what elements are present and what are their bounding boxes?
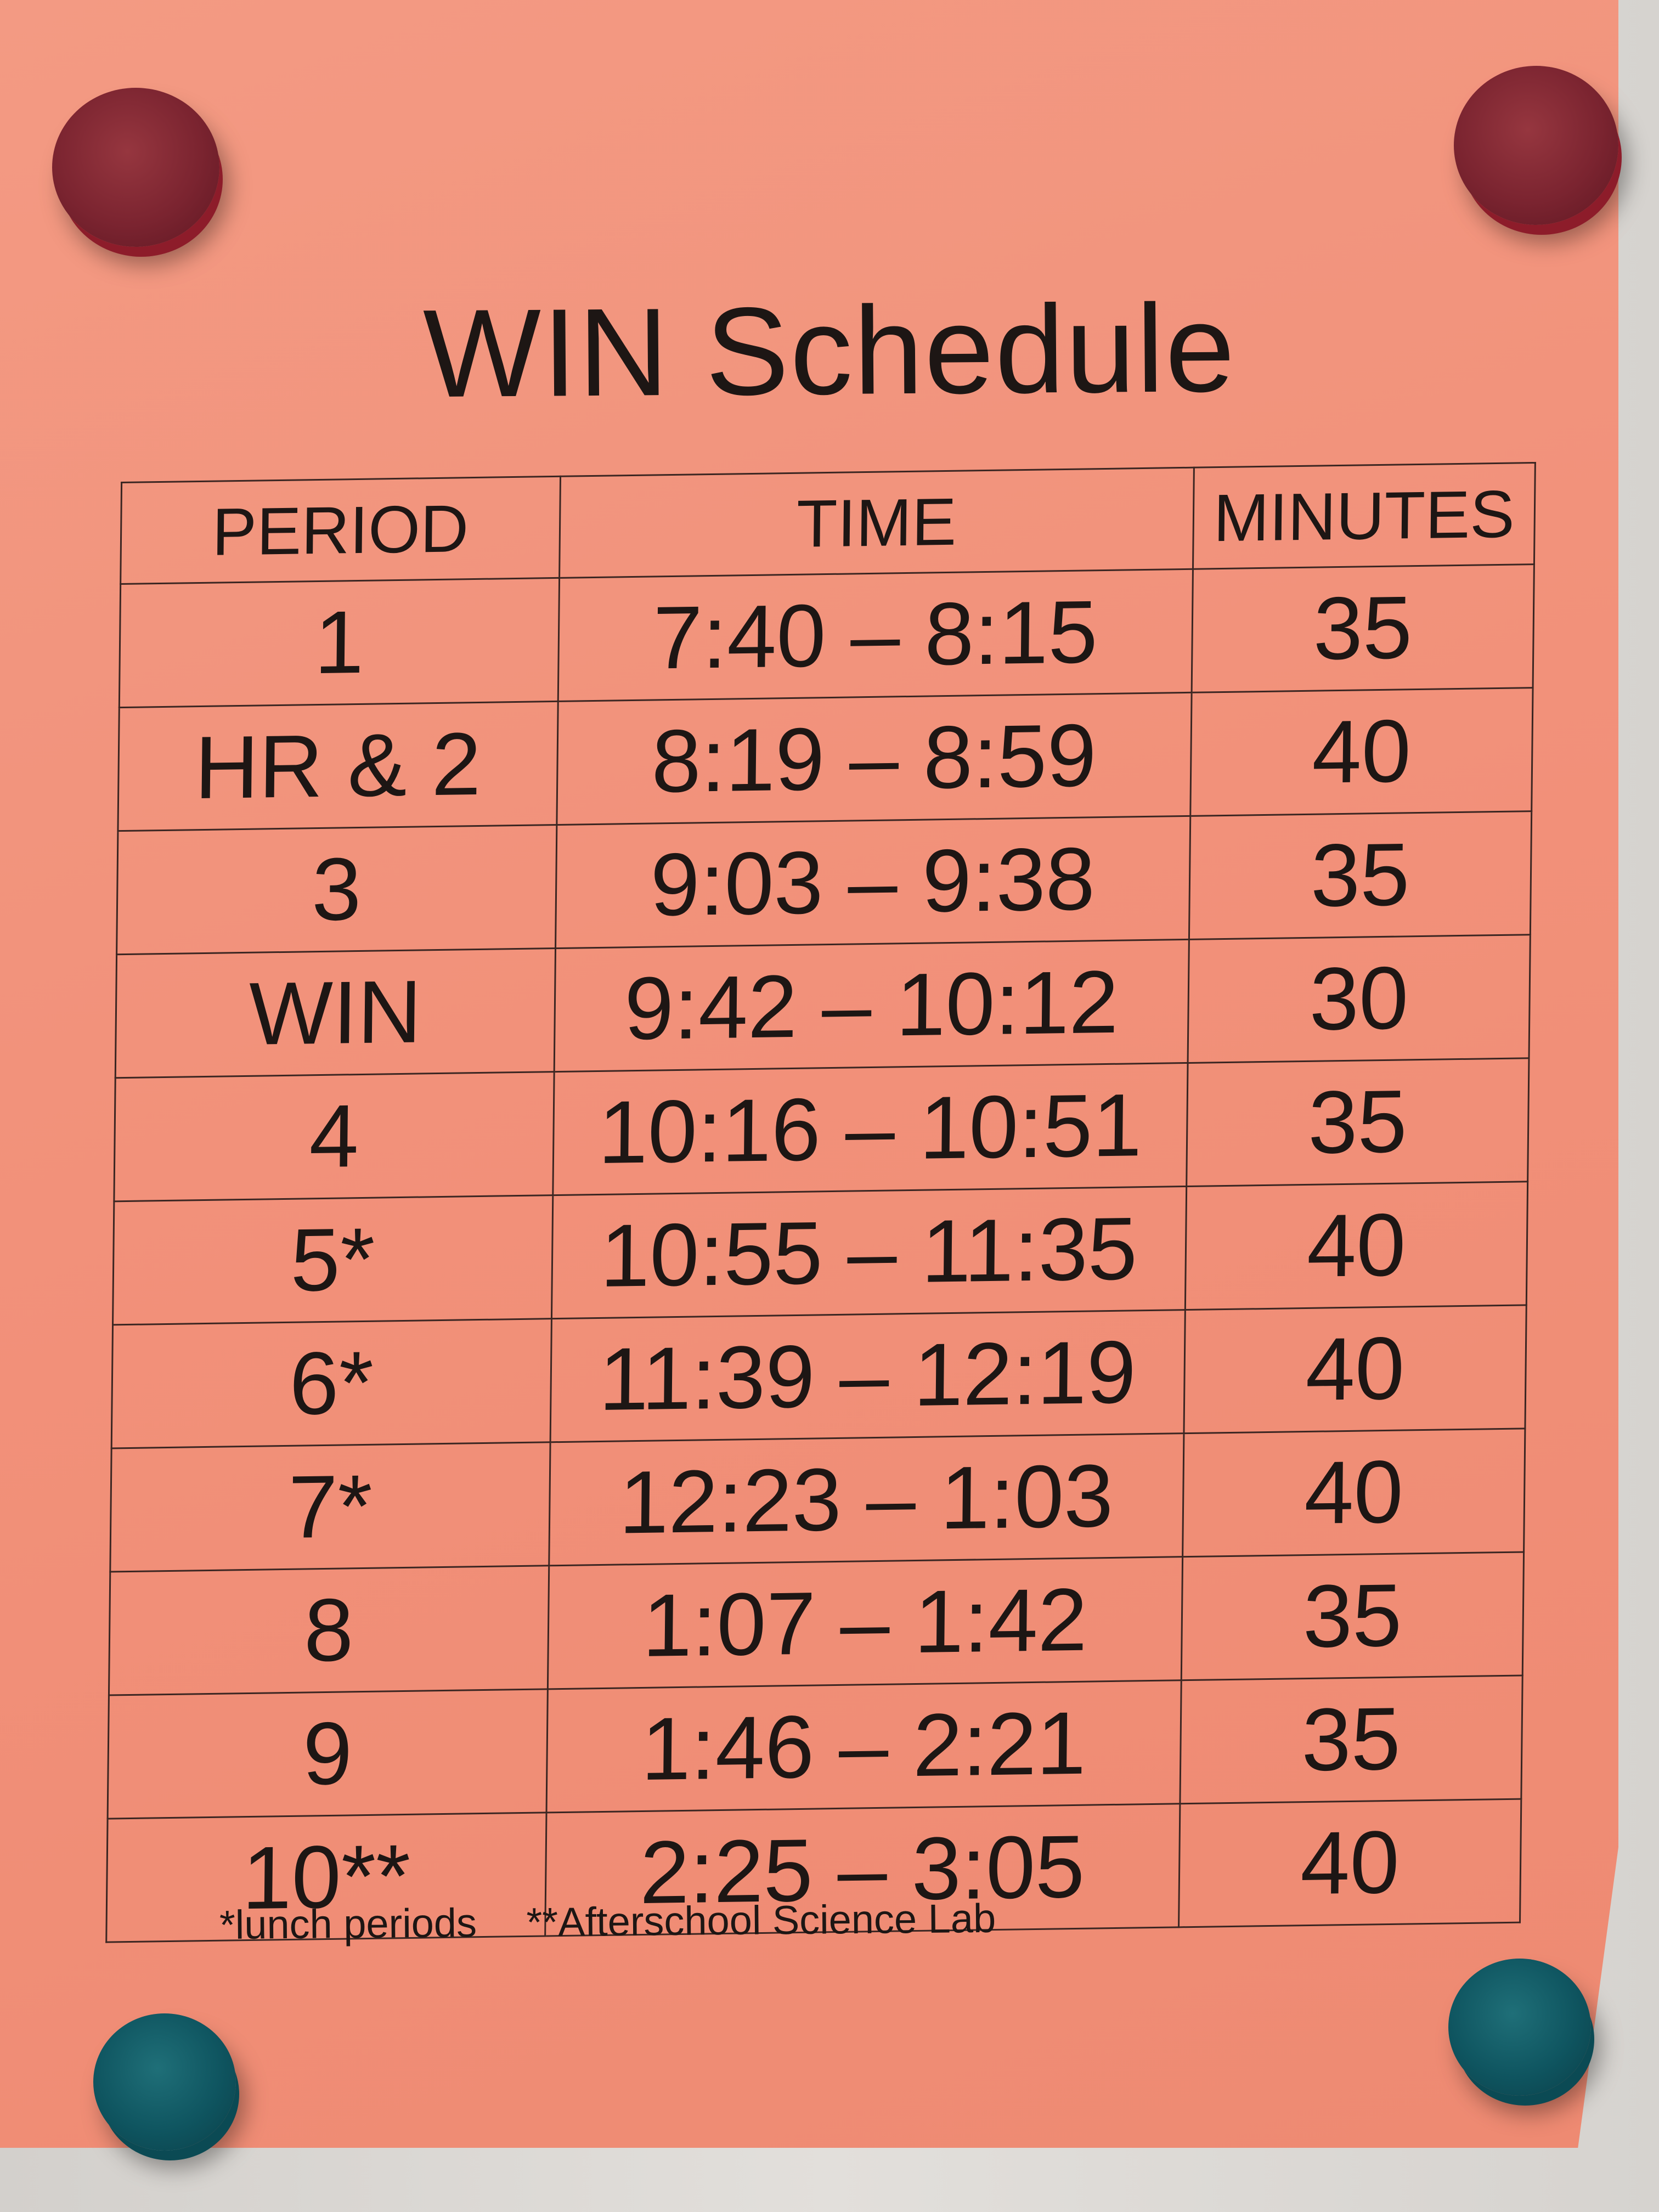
table-row: 4 10:16 – 10:51 35 (114, 1058, 1529, 1201)
table-row: 9 1:46 – 2:21 35 (108, 1675, 1523, 1819)
table-row: 7* 12:23 – 1:03 40 (110, 1428, 1525, 1572)
header-minutes: MINUTES (1193, 462, 1536, 569)
time-cell: 7:40 – 8:15 (557, 569, 1193, 702)
table-header-row: PERIOD TIME MINUTES (120, 462, 1536, 584)
period-cell: 7* (110, 1442, 550, 1572)
period-cell: 1 (119, 578, 560, 708)
minutes-cell: 40 (1178, 1799, 1521, 1927)
minutes-cell: 35 (1189, 811, 1532, 940)
period-cell: 5* (112, 1195, 553, 1325)
red-magnet-top-right (1454, 66, 1618, 225)
teal-magnet-bottom-right (1448, 1959, 1591, 2096)
period-cell: 9 (108, 1689, 548, 1819)
period-cell: 3 (116, 825, 557, 955)
table-row: HR & 2 8:19 – 8:59 40 (117, 687, 1533, 831)
time-cell: 1:46 – 2:21 (546, 1680, 1181, 1813)
minutes-cell: 35 (1180, 1675, 1523, 1804)
period-cell: 6* (111, 1318, 551, 1448)
time-cell: 10:16 – 10:51 (552, 1063, 1188, 1195)
period-cell: HR & 2 (117, 701, 558, 831)
table-row: 1 7:40 – 8:15 35 (119, 564, 1534, 708)
red-magnet-top-left (52, 88, 219, 247)
schedule-table: PERIOD TIME MINUTES 1 7:40 – 8:15 35 HR … (105, 462, 1536, 1943)
minutes-cell: 30 (1187, 934, 1531, 1063)
time-cell: 9:42 – 10:12 (554, 939, 1189, 1072)
table-row: 3 9:03 – 9:38 35 (116, 811, 1532, 955)
minutes-cell: 35 (1191, 564, 1534, 693)
minutes-cell: 40 (1185, 1181, 1528, 1310)
header-period: PERIOD (120, 476, 561, 584)
page-title: WIN Schedule (422, 278, 1237, 424)
header-time: TIME (559, 467, 1194, 578)
minutes-cell: 40 (1182, 1428, 1525, 1557)
table-row: WIN 9:42 – 10:12 30 (115, 934, 1531, 1078)
time-cell: 9:03 – 9:38 (555, 816, 1190, 949)
table-row: 8 1:07 – 1:42 35 (109, 1551, 1524, 1696)
minutes-cell: 35 (1186, 1058, 1529, 1187)
time-cell: 11:39 – 12:19 (550, 1310, 1186, 1442)
footnote: *lunch periods **Afterschool Science Lab (219, 1895, 996, 1948)
minutes-cell: 40 (1190, 687, 1533, 816)
period-cell: WIN (115, 948, 556, 1078)
minutes-cell: 40 (1183, 1305, 1527, 1434)
teal-magnet-bottom-left (93, 2013, 236, 2151)
table-row: 5* 10:55 – 11:35 40 (112, 1181, 1528, 1325)
period-cell: 4 (114, 1071, 554, 1201)
time-cell: 12:23 – 1:03 (549, 1433, 1184, 1566)
time-cell: 10:55 – 11:35 (551, 1186, 1187, 1319)
minutes-cell: 35 (1181, 1551, 1524, 1680)
footnote-afterschool: **Afterschool Science Lab (526, 1895, 996, 1945)
period-cell: 8 (109, 1565, 549, 1696)
time-cell: 1:07 – 1:42 (547, 1556, 1183, 1689)
time-cell: 8:19 – 8:59 (556, 692, 1192, 825)
table-row: 6* 11:39 – 12:19 40 (111, 1305, 1527, 1448)
footnote-lunch: *lunch periods (219, 1900, 477, 1948)
